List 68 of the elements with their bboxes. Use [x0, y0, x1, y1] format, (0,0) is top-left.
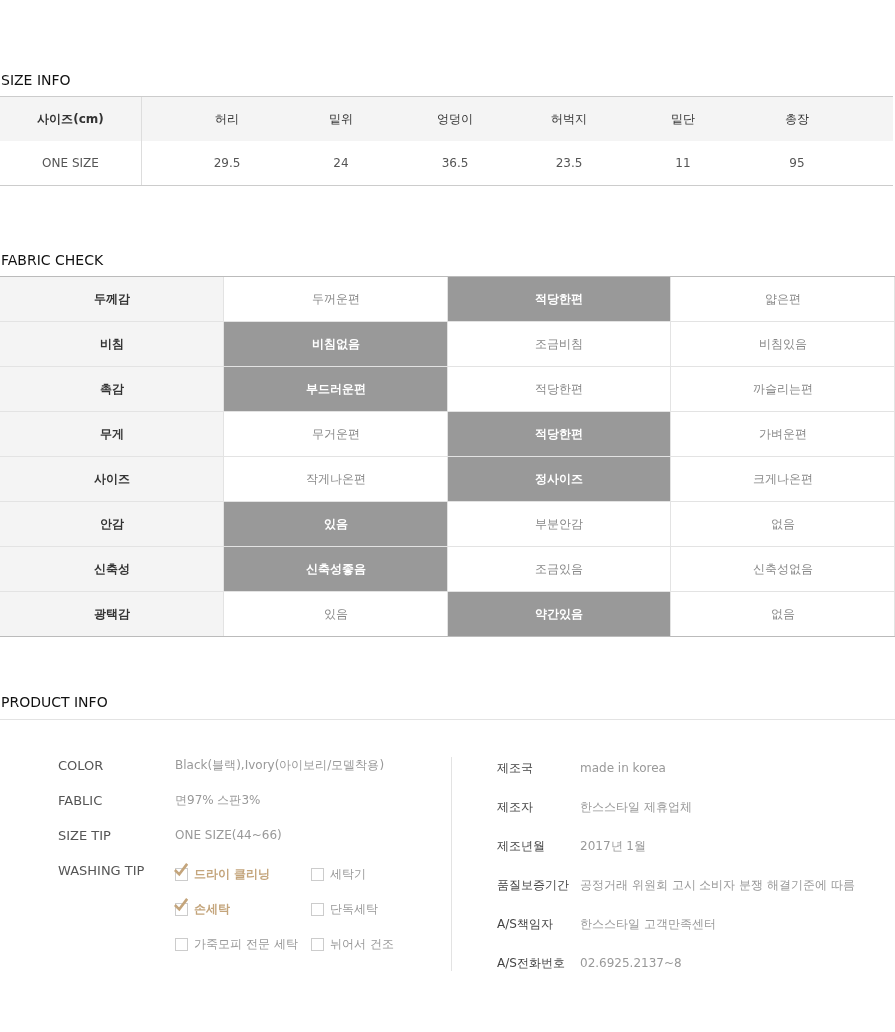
fabric-option: 적당한편	[448, 412, 671, 457]
column-header: 사이즈(cm)	[0, 97, 142, 141]
info-label: 제조국	[497, 760, 534, 777]
info-label: WASHING TIP	[58, 862, 146, 880]
row-label: 두께감	[0, 277, 224, 322]
row-label: 광택감	[0, 592, 224, 636]
fabric-option: 없음	[671, 592, 895, 636]
fabric-option: 약간있음	[448, 592, 671, 636]
row-label: 촉감	[0, 367, 224, 412]
option-label: 뉘어서 건조	[330, 935, 394, 953]
fabric-option: 부드러운편	[224, 367, 448, 412]
info-label: 품질보증기간	[497, 877, 570, 894]
info-value: Black(블랙),Ivory(아이보리/모델착용)	[175, 757, 385, 773]
column-header: 허리	[214, 110, 240, 128]
table-cell: ONE SIZE	[0, 141, 142, 185]
column-header: 총장	[784, 110, 810, 128]
table-cell-text: 11	[674, 155, 692, 172]
info-value: made in korea	[580, 760, 666, 777]
section-title: SIZE INFO	[0, 72, 72, 89]
info-value: 공정거래 위원회 고시 소비자 분쟁 해결기준에 따름	[580, 877, 855, 894]
column-header: 밑단	[670, 110, 696, 128]
table-cell-text: 29.5	[212, 155, 242, 172]
option-label: 드라이 클리닝	[194, 865, 271, 883]
fabric-option: 비침없음	[224, 322, 448, 367]
info-label: 제조년월	[497, 838, 546, 855]
info-value: 한스스타일 고객만족센터	[580, 916, 716, 933]
fabric-option: 부분안감	[448, 502, 671, 547]
fabric-option: 있음	[224, 502, 448, 547]
column-header: 허벅지	[550, 110, 588, 128]
fabric-option: 얇은편	[671, 277, 895, 322]
info-value: 한스스타일 제휴업체	[580, 799, 692, 816]
row-label: 신축성	[0, 547, 224, 592]
fabric-option: 신축성없음	[671, 547, 895, 592]
fabric-option: 없음	[671, 502, 895, 547]
option-label: 손세탁	[194, 900, 230, 918]
fabric-option: 신축성좋음	[224, 547, 448, 592]
info-value: 2017년 1월	[580, 838, 646, 855]
option-label: 가죽모피 전문 세탁	[194, 935, 298, 953]
column-header: 엉덩이	[436, 110, 474, 128]
fabric-option: 정사이즈	[448, 457, 671, 502]
info-value: ONE SIZE(44~66)	[175, 827, 282, 843]
fabric-option: 가벼운편	[671, 412, 895, 457]
info-label: A/S책임자	[497, 916, 554, 933]
row-label: 비침	[0, 322, 224, 367]
fabric-option: 까슬리는편	[671, 367, 895, 412]
section-title: FABRIC CHECK	[0, 252, 105, 269]
fabric-option: 적당한편	[448, 277, 671, 322]
info-label: SIZE TIP	[58, 827, 112, 845]
info-label: 제조자	[497, 799, 534, 816]
info-value: 면97% 스판3%	[175, 792, 261, 808]
option-label: 단독세탁	[330, 900, 378, 918]
row-label: 안감	[0, 502, 224, 547]
option-label: 세탁기	[330, 865, 366, 883]
info-label: COLOR	[58, 757, 105, 775]
fabric-option: 조금비침	[448, 322, 671, 367]
column-header: 밑위	[328, 110, 354, 128]
row-label: 사이즈	[0, 457, 224, 502]
section-title: PRODUCT INFO	[0, 694, 109, 711]
table-cell-text: 95	[788, 155, 806, 172]
table-cell-text: 23.5	[554, 155, 584, 172]
info-label: A/S전화번호	[497, 955, 566, 972]
row-label: 무게	[0, 412, 224, 457]
table-cell-text: 24	[332, 155, 350, 172]
info-value: 02.6925.2137~8	[580, 955, 682, 972]
info-label: FABLIC	[58, 792, 104, 810]
fabric-option: 크게나온편	[671, 457, 895, 502]
table-cell-text: 36.5	[440, 155, 470, 172]
fabric-option: 비침있음	[671, 322, 895, 367]
